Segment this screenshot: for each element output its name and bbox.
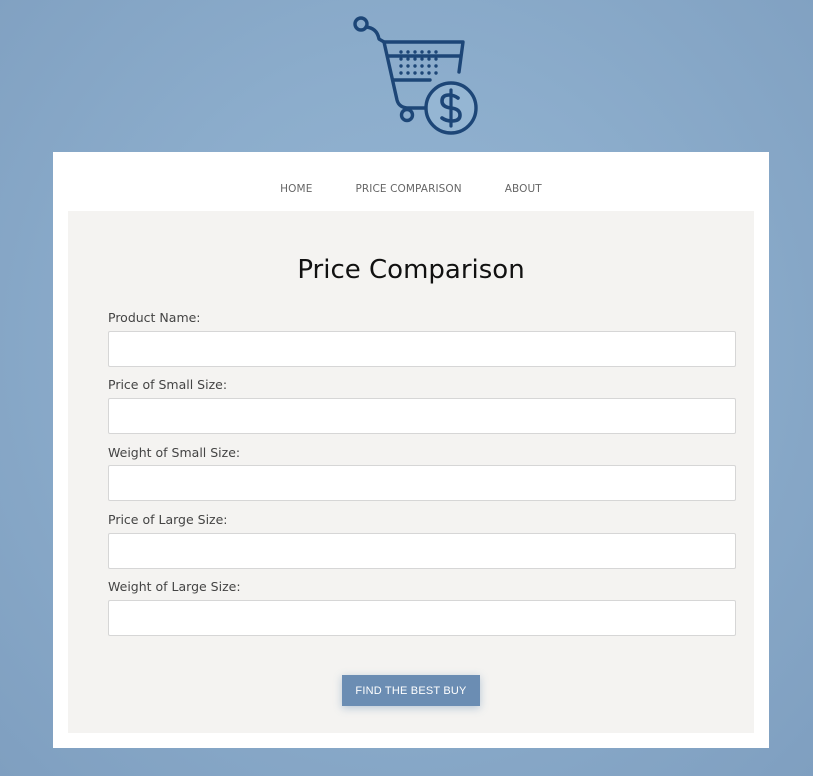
form-panel: Price Comparison Product Name: Price of … [68,211,754,733]
page-title: Price Comparison [297,255,525,285]
nav-home-link[interactable]: HOME [280,183,312,195]
nav-price-comparison-link[interactable]: PRICE COMPARISON [355,183,461,195]
small-weight-label: Weight of Small Size: [108,445,241,460]
find-best-buy-button[interactable]: FIND THE BEST BUY [342,675,480,706]
main-card: HOME PRICE COMPARISON ABOUT Price Compar… [53,152,769,748]
product-name-input[interactable] [108,331,736,367]
large-weight-input[interactable] [108,600,736,636]
large-price-label: Price of Large Size: [108,512,228,527]
small-price-label: Price of Small Size: [108,377,228,392]
small-weight-input[interactable] [108,465,736,501]
small-price-input[interactable] [108,398,736,434]
top-nav: HOME PRICE COMPARISON ABOUT [53,152,769,211]
product-name-label: Product Name: [108,310,201,325]
nav-about-link[interactable]: ABOUT [505,183,542,195]
large-weight-label: Weight of Large Size: [108,579,241,594]
shopping-cart-dollar-icon [350,12,482,136]
large-price-input[interactable] [108,533,736,569]
